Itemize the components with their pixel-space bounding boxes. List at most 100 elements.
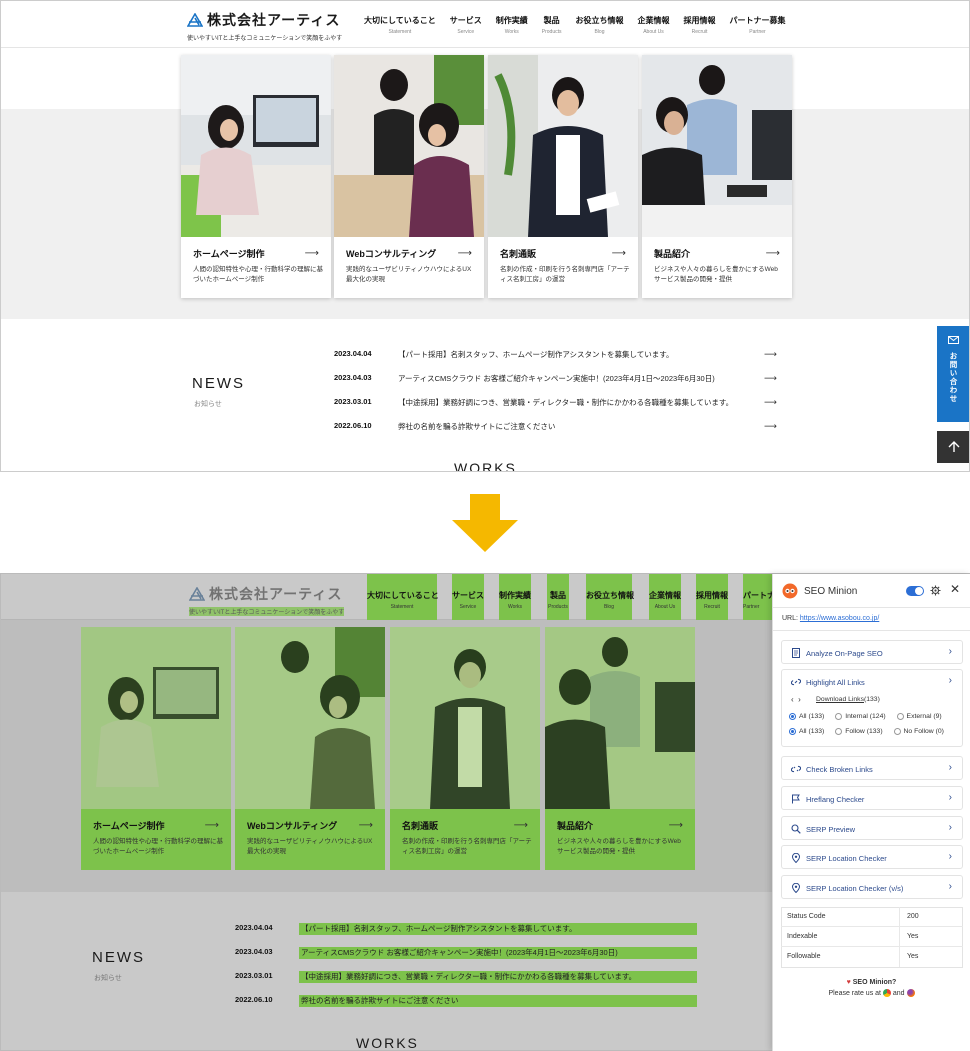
document-icon [792,648,800,658]
nav-item-about[interactable]: 企業情報 About Us [631,15,677,35]
nav-item-recruit[interactable]: 採用情報 Recruit [677,15,723,35]
filter-external-radio[interactable]: External (9) [896,713,942,720]
arrow-right-icon: ⟶ [513,820,528,831]
news-item[interactable]: 2023.03.01 【中途採用】業務好調につき、営業職・ディレクター職・制作に… [235,971,697,985]
highlight-all-links-button[interactable]: Highlight All Links [806,678,865,687]
analyze-on-page-seo-button[interactable]: Analyze On-Page SEO › [781,640,963,664]
gear-icon[interactable] [930,585,941,596]
broken-link-icon [791,765,801,773]
office-photo [545,627,695,809]
serp-location-checker-button[interactable]: SERP Location Checker › [781,845,963,869]
contact-button[interactable]: お問い合わせ [937,326,969,422]
nav-item-products[interactable]: 製品 Products [547,574,569,620]
news-item[interactable]: 2023.04.03 アーティスCMSクラウド お客様ご紹介キャンペーン実施中！… [334,373,779,387]
link-follow-filter: All (133) Follow (133) No Follow (0) [789,728,944,735]
heart-icon: ♥ [846,979,851,986]
arrow-up-icon [948,441,959,452]
location-pin-icon [791,883,801,893]
service-card-consulting[interactable]: Webコンサルティング ⟶ 実践的なユーザビリティノウハウによるUX最大化の実現 [334,55,484,298]
nav-item-works[interactable]: 制作実績 Works [489,15,535,35]
nav-item-partner[interactable]: パートナー募集Partner [723,15,793,35]
news-subheading: お知らせ [94,975,122,982]
service-card-meishi[interactable]: 名刺通販 ⟶ 名刺の作成・印刷を行う名刺専門店「アーティス名刺工房」の運営 [390,627,540,870]
filter-follow-radio[interactable]: Follow (133) [835,728,883,735]
nav-item-statement[interactable]: 大切にしていること Statement [367,574,439,620]
original-page-screenshot: 株式会社アーティス 使いやすいITと上手なコミュニケーションで笑顔をふやす 大切… [0,0,970,472]
link-icon [791,678,801,686]
nav-item-statement[interactable]: 大切にしていること Statement [357,15,443,35]
hreflang-checker-button[interactable]: Hreflang Checker › [781,786,963,810]
enable-toggle[interactable] [906,586,924,596]
nav-item-works[interactable]: 制作実績 Works [499,574,531,620]
check-broken-links-button[interactable]: Check Broken Links › [781,756,963,780]
service-card-products[interactable]: 製品紹介 ⟶ ビジネスや人々の暮らしを豊かにするWebサービス製品の開発・提供 [642,55,792,298]
logo-title: 株式会社アーティス [207,12,341,28]
nav-item-partner[interactable]: パートナー募集Partner [743,574,773,620]
news-item[interactable]: 2023.03.01 【中途採用】業務好調につき、営業職・ディレクター職・制作に… [334,397,779,411]
filter-all-radio[interactable]: All (133) [789,713,824,720]
logo-mark-icon [189,587,205,601]
table-row: Status Code 200 [781,907,963,927]
chevron-right-icon: › [948,675,952,686]
works-heading: WORKS [454,460,517,472]
office-photo [488,55,638,237]
service-card-meishi[interactable]: 名刺通販 ⟶ 名刺の作成・印刷を行う名刺専門店「アーティス名刺工房」の運営 [488,55,638,298]
nav-item-about[interactable]: 企業情報 About Us [649,574,681,620]
seo-minion-panel: SEO Minion ✕ URL: https://www.asobou.co.… [772,574,970,1051]
news-item[interactable]: 2023.04.04 【パート採用】名刺スタッフ、ホームページ制作アシスタントを… [235,923,697,937]
close-icon[interactable]: ✕ [950,582,960,596]
chevron-right-icon: › [948,792,952,803]
card-desc: ビジネスや人々の暮らしを豊かにするWebサービス製品の開発・提供 [654,266,778,284]
nav-item-blog[interactable]: お役立ち情報 Blog [586,574,634,620]
office-photo [81,627,231,809]
service-card-homepage[interactable]: ホームページ制作 ⟶ 人間の認知特性や心理・行動科学の理解に基づいたホームページ… [181,55,331,298]
news-item[interactable]: 2022.06.10 弊社の名前を騙る詐欺サイトにご注意ください ⟶ [334,421,779,435]
site-logo[interactable]: 株式会社アーティス 使いやすいITと上手なコミュニケーションで笑顔をふやす [187,10,342,42]
filter-all-follow-radio[interactable]: All (133) [789,728,824,735]
news-item[interactable]: 2022.06.10 弊社の名前を騙る詐欺サイトにご注意ください [235,995,697,1009]
nav-item-blog[interactable]: お役立ち情報 Blog [569,15,631,35]
arrow-right-icon: ⟶ [611,248,626,259]
card-title: Webコンサルティング [247,821,338,831]
news-item[interactable]: 2023.04.03 アーティスCMSクラウド お客様ご紹介キャンペーン実施中！… [235,947,697,961]
filter-nofollow-radio[interactable]: No Follow (0) [893,728,944,735]
card-desc: 実践的なユーザビリティノウハウによるUX最大化の実現 [247,838,373,856]
nav-item-products[interactable]: 製品 Products [535,15,569,35]
chevron-right-icon: › [948,881,952,892]
nav-arrows[interactable]: ‹ › [791,695,801,704]
arrow-right-icon: ⟶ [764,421,777,431]
card-title: ホームページ制作 [93,821,165,831]
office-photo [181,55,331,237]
office-photo [334,55,484,237]
chrome-icon[interactable] [882,989,891,997]
nav-item-service[interactable]: サービス Service [452,574,484,620]
rating-footer: ♥ SEO Minion? Please rate us at and [773,979,970,997]
firefox-icon[interactable] [906,989,915,997]
chevron-right-icon: › [948,762,952,773]
card-desc: 人間の認知特性や心理・行動科学の理解に基づいたホームページ制作 [93,838,223,856]
filter-internal-radio[interactable]: Internal (124) [835,713,886,720]
table-row: Indexable Yes [781,927,963,947]
arrow-right-icon: ⟶ [358,820,373,831]
nav-item-recruit[interactable]: 採用情報 Recruit [696,574,728,620]
serp-location-checker-vs-button[interactable]: SERP Location Checker (v/s) › [781,875,963,899]
news-heading: NEWS [92,949,145,966]
card-title: 製品紹介 [557,821,594,831]
download-links-link[interactable]: Download Links(133) [816,696,880,703]
service-card-products[interactable]: 製品紹介 ⟶ ビジネスや人々の暮らしを豊かにするWebサービス製品の開発・提供 [545,627,695,870]
nav-item-service[interactable]: サービス Service [443,15,489,35]
divider [773,630,970,631]
panel-title: SEO Minion [804,586,858,597]
highlight-all-links-section: Highlight All Links › ‹ › Download Links… [781,669,963,747]
page-url-link[interactable]: https://www.asobou.co.jp/ [800,615,879,622]
service-card-consulting[interactable]: Webコンサルティング ⟶ 実践的なユーザビリティノウハウによるUX最大化の実現 [235,627,385,870]
logo-mark-icon [187,13,203,27]
serp-preview-button[interactable]: SERP Preview › [781,816,963,840]
arrow-right-icon: ⟶ [764,349,777,359]
arrow-right-icon: ⟶ [457,248,472,259]
news-item[interactable]: 2023.04.04 【パート採用】名刺スタッフ、ホームページ制作アシスタントを… [334,349,779,363]
site-logo[interactable]: 株式会社アーティス 使いやすいITと上手なコミュニケーションで笑顔をふやす [189,584,345,616]
chevron-right-icon: › [948,646,952,657]
scroll-top-button[interactable] [937,431,969,463]
service-card-homepage[interactable]: ホームページ制作 ⟶ 人間の認知特性や心理・行動科学の理解に基づいたホームページ… [81,627,231,870]
